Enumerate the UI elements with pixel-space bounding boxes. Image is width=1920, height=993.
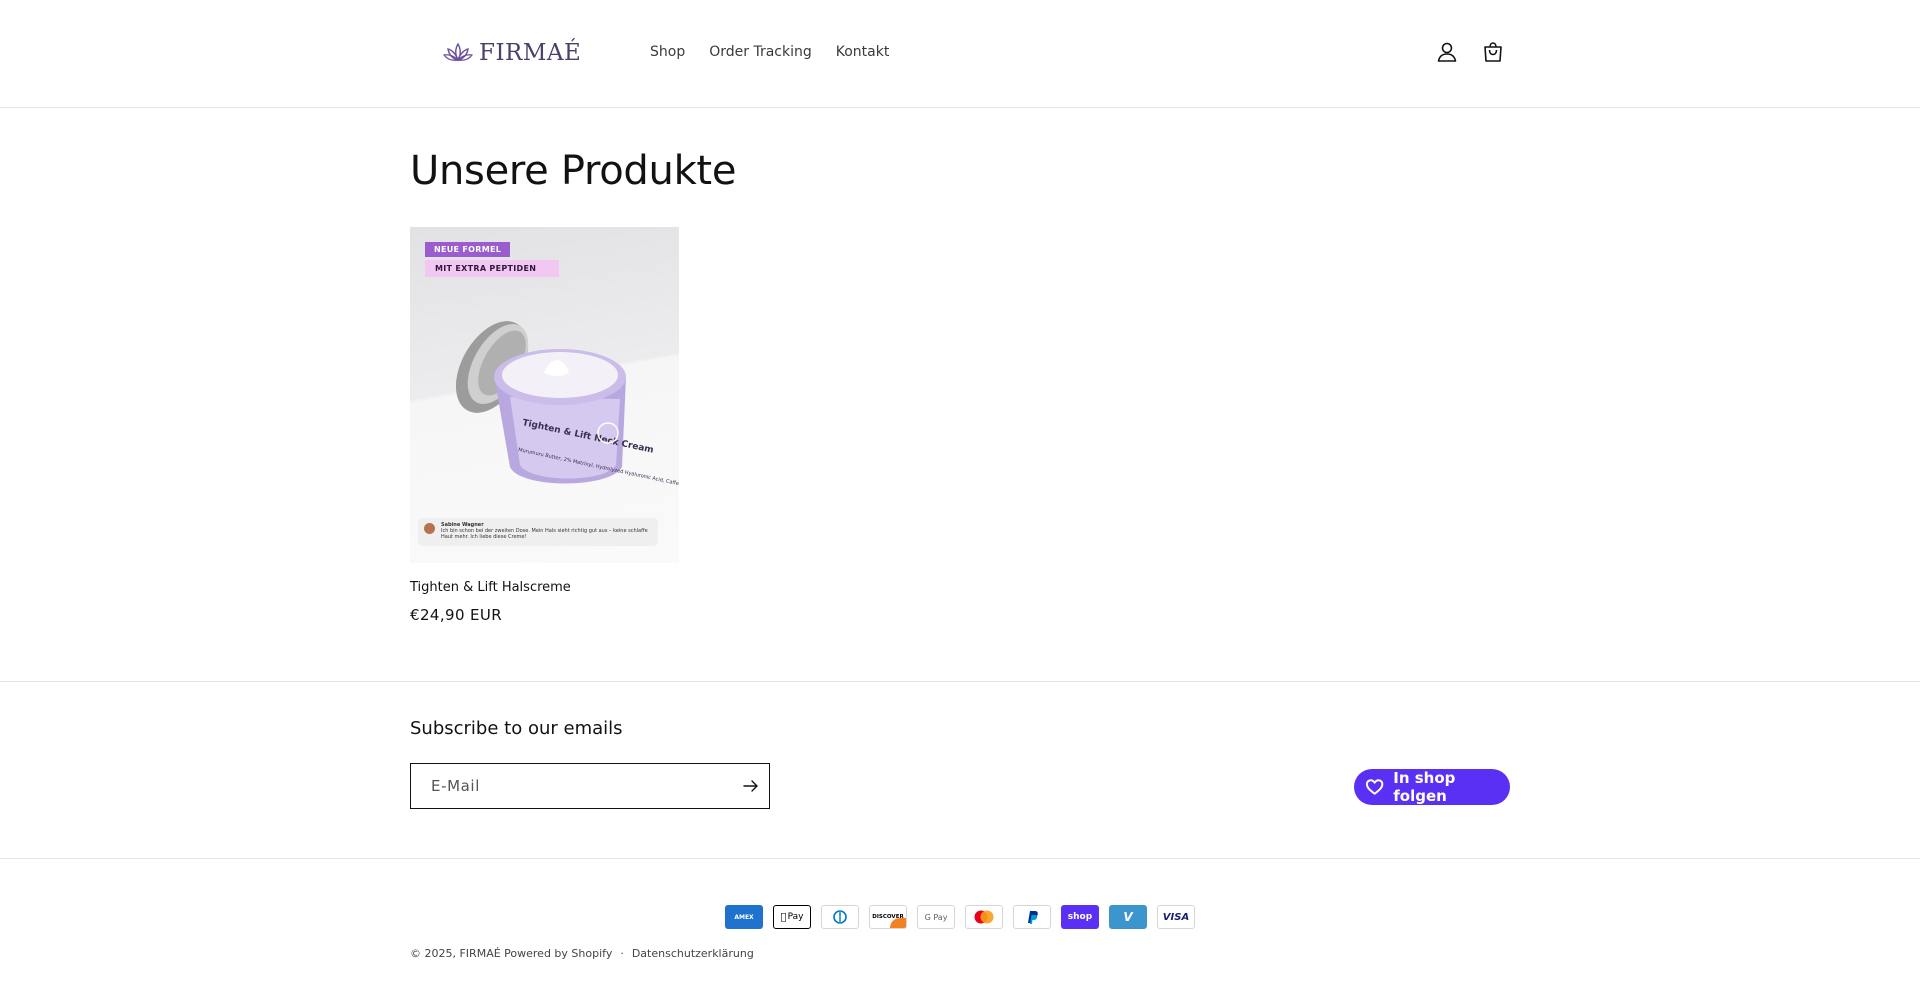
privacy-policy-link[interactable]: Datenschutzerklärung — [632, 947, 754, 960]
nav-item-order-tracking[interactable]: Order Tracking — [709, 44, 812, 60]
brand-logo[interactable]: FIRMAÉ — [443, 40, 581, 66]
payment-icons: AMEX Pay DISCOVER G Pay shop V VISA — [725, 905, 1195, 929]
avatar — [424, 523, 435, 534]
venmo-icon: V — [1109, 905, 1147, 929]
copyright-text[interactable]: © 2025, FIRMAÉ Powered by Shopify — [410, 947, 612, 960]
page-title: Unsere Produkte — [410, 148, 737, 194]
discover-icon: DISCOVER — [869, 905, 907, 929]
arrow-right-icon[interactable] — [741, 776, 761, 796]
footer-legal: © 2025, FIRMAÉ Powered by Shopify · Date… — [410, 947, 754, 960]
nav-item-shop[interactable]: Shop — [650, 44, 685, 60]
brand-name: FIRMAÉ — [479, 40, 582, 66]
main-nav: Shop Order Tracking Kontakt — [650, 44, 889, 60]
paypal-icon — [1013, 905, 1051, 929]
divider — [0, 858, 1920, 859]
user-icon[interactable] — [1435, 40, 1459, 64]
apple-pay-icon: Pay — [773, 905, 811, 929]
product-title[interactable]: Tighten & Lift Halscreme — [410, 580, 571, 595]
apple-pay-label: Pay — [784, 912, 804, 922]
follow-label: In shop folgen — [1393, 769, 1456, 805]
review-text: Sabine Wagner Ich bin schon bei der zwei… — [441, 522, 652, 540]
header-actions — [1435, 40, 1505, 64]
badge-extra-peptides: MIT EXTRA PEPTIDEN — [425, 260, 559, 277]
footer-separator: · — [620, 947, 624, 960]
badge-new-formula: NEUE FORMEL — [425, 242, 511, 257]
divider — [0, 681, 1920, 682]
product-image[interactable]: Tighten & Lift Neck Cream Murumuru Butte… — [410, 227, 679, 563]
product-price: €24,90 EUR — [410, 606, 503, 624]
shopping-bag-icon[interactable] — [1481, 40, 1505, 64]
cream-jar-image: Tighten & Lift Neck Cream Murumuru Butte… — [455, 321, 679, 489]
product-card: Tighten & Lift Neck Cream Murumuru Butte… — [410, 227, 679, 624]
lotus-icon — [443, 42, 473, 62]
shop-pay-icon: shop — [1061, 905, 1099, 929]
newsletter-title: Subscribe to our emails — [410, 718, 623, 739]
heart-icon — [1365, 779, 1384, 795]
google-pay-icon: G Pay — [917, 905, 955, 929]
visa-icon: VISA — [1157, 905, 1195, 929]
follow-shop-button[interactable]: In shop folgen — [1354, 769, 1510, 805]
nav-item-kontakt[interactable]: Kontakt — [836, 44, 890, 60]
amex-icon: AMEX — [725, 905, 763, 929]
email-input[interactable] — [411, 764, 711, 808]
review-snippet: Sabine Wagner Ich bin schon bei der zwei… — [418, 518, 658, 546]
newsletter-form — [410, 763, 770, 809]
mastercard-icon — [965, 905, 1003, 929]
review-body: Ich bin schon bei der zweiten Dose. Mein… — [441, 528, 648, 540]
diners-club-icon — [821, 905, 859, 929]
site-header: FIRMAÉ Shop Order Tracking Kontakt — [0, 0, 1920, 108]
